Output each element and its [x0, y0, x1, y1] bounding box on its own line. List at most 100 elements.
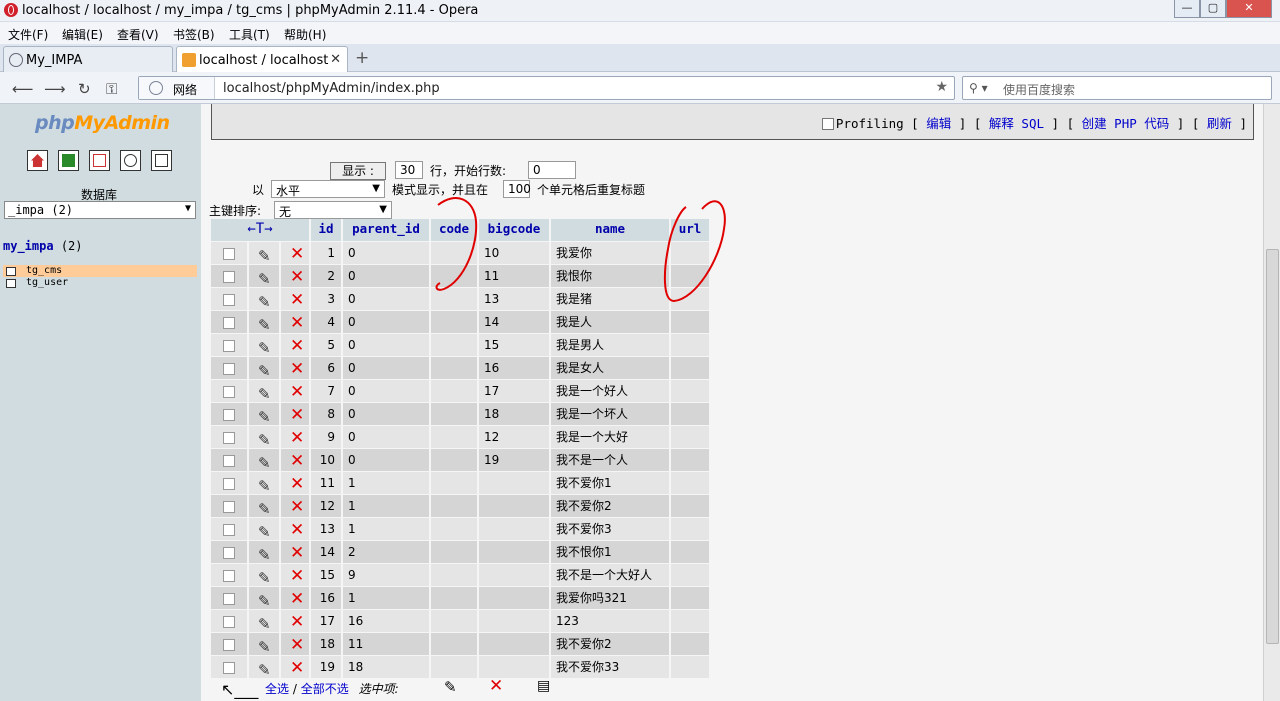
- sidebar-table-tg-cms[interactable]: tg_cms: [3, 265, 197, 277]
- menu-edit[interactable]: 编辑(E): [62, 26, 103, 43]
- delete-icon[interactable]: ✕: [290, 588, 304, 610]
- bookmark-star-icon[interactable]: ★: [935, 79, 948, 95]
- table-row[interactable]: ✎ ✕ 18 11 我不爱你2: [211, 633, 709, 658]
- table-row[interactable]: ✎ ✕ 19 18 我不爱你33: [211, 656, 709, 681]
- search-input[interactable]: 使用百度搜索: [1003, 81, 1075, 98]
- start-row-input[interactable]: 0: [528, 161, 576, 179]
- delete-selected-icon[interactable]: ✕: [489, 676, 503, 696]
- row-checkbox[interactable]: [223, 547, 235, 559]
- url-text[interactable]: localhost/phpMyAdmin/index.php: [223, 81, 440, 96]
- explain-sql-link[interactable]: 解释 SQL: [989, 116, 1044, 131]
- pencil-icon[interactable]: ✎: [258, 291, 271, 313]
- sql-doc-icon[interactable]: [151, 150, 172, 171]
- delete-icon[interactable]: ✕: [290, 611, 304, 633]
- row-checkbox[interactable]: [223, 317, 235, 329]
- table-row[interactable]: ✎ ✕ 9 0 12 我是一个大好: [211, 426, 709, 451]
- row-checkbox[interactable]: [223, 639, 235, 651]
- scrollbar-thumb[interactable]: [1266, 249, 1279, 644]
- edit-selected-icon[interactable]: ✎: [444, 678, 457, 696]
- delete-icon[interactable]: ✕: [290, 381, 304, 403]
- pencil-icon[interactable]: ✎: [258, 544, 271, 566]
- key-icon[interactable]: ⚿: [106, 80, 117, 98]
- table-row[interactable]: ✎ ✕ 11 1 我不爱你1: [211, 472, 709, 497]
- delete-icon[interactable]: ✕: [290, 473, 304, 495]
- delete-icon[interactable]: ✕: [290, 266, 304, 288]
- sort-select[interactable]: 无 ▼: [274, 201, 392, 219]
- pencil-icon[interactable]: ✎: [258, 452, 271, 474]
- pencil-icon[interactable]: ✎: [258, 475, 271, 497]
- deselect-all-link[interactable]: 全部不选: [301, 682, 349, 696]
- table-row[interactable]: ✎ ✕ 6 0 16 我是女人: [211, 357, 709, 382]
- delete-icon[interactable]: ✕: [290, 358, 304, 380]
- security-badge[interactable]: 网络: [139, 77, 215, 99]
- pencil-icon[interactable]: ✎: [258, 383, 271, 405]
- tab-phpmyadmin[interactable]: localhost / localhost ... ✕: [176, 46, 348, 72]
- sidebar-table-tg-user[interactable]: tg_user: [3, 277, 68, 289]
- pencil-icon[interactable]: ✎: [258, 613, 271, 635]
- delete-icon[interactable]: ✕: [290, 519, 304, 541]
- pencil-icon[interactable]: ✎: [258, 498, 271, 520]
- table-row[interactable]: ✎ ✕ 15 9 我不是一个大好人: [211, 564, 709, 589]
- close-tab-icon[interactable]: ✕: [330, 52, 341, 67]
- edit-link[interactable]: 编辑: [926, 116, 951, 131]
- column-arrows[interactable]: ←T→: [211, 219, 309, 241]
- pencil-icon[interactable]: ✎: [258, 406, 271, 428]
- pencil-icon[interactable]: ✎: [258, 337, 271, 359]
- row-checkbox[interactable]: [223, 662, 235, 674]
- exit-icon[interactable]: [58, 150, 79, 171]
- url-box[interactable]: 网络 localhost/phpMyAdmin/index.php ★: [138, 76, 955, 100]
- delete-icon[interactable]: ✕: [290, 335, 304, 357]
- close-window-button[interactable]: ✕: [1226, 0, 1272, 18]
- delete-icon[interactable]: ✕: [290, 243, 304, 265]
- export-selected-icon[interactable]: ▤: [537, 678, 550, 694]
- forward-icon[interactable]: ⟶: [44, 80, 66, 98]
- search-box[interactable]: ⚲ ▾ 使用百度搜索: [962, 76, 1272, 100]
- database-select[interactable]: _impa (2) ▼: [4, 201, 196, 219]
- row-checkbox[interactable]: [223, 524, 235, 536]
- column-header-bigcode[interactable]: bigcode: [479, 219, 549, 241]
- table-row[interactable]: ✎ ✕ 14 2 我不恨你1: [211, 541, 709, 566]
- pencil-icon[interactable]: ✎: [258, 360, 271, 382]
- search-icon[interactable]: ⚲ ▾: [969, 81, 988, 95]
- display-mode-select[interactable]: 水平 ▼: [271, 180, 385, 198]
- select-all-link[interactable]: 全选: [265, 682, 289, 696]
- repeat-headers-input[interactable]: 100: [503, 180, 531, 198]
- pencil-icon[interactable]: ✎: [258, 429, 271, 451]
- row-checkbox[interactable]: [223, 593, 235, 605]
- table-row[interactable]: ✎ ✕ 12 1 我不爱你2: [211, 495, 709, 520]
- show-button[interactable]: 显示 :: [330, 162, 386, 180]
- row-checkbox[interactable]: [223, 271, 235, 283]
- pencil-icon[interactable]: ✎: [258, 268, 271, 290]
- table-row[interactable]: ✎ ✕ 8 0 18 我是一个坏人: [211, 403, 709, 428]
- maximize-button[interactable]: ▢: [1200, 0, 1226, 18]
- row-checkbox[interactable]: [223, 340, 235, 352]
- tab-my-impa[interactable]: My_IMPA: [3, 46, 173, 72]
- delete-icon[interactable]: ✕: [290, 496, 304, 518]
- delete-icon[interactable]: ✕: [290, 634, 304, 656]
- table-row[interactable]: ✎ ✕ 10 0 19 我不是一个人: [211, 449, 709, 474]
- menu-tools[interactable]: 工具(T): [229, 26, 270, 43]
- pencil-icon[interactable]: ✎: [258, 659, 271, 681]
- home-icon[interactable]: [27, 150, 48, 171]
- table-row[interactable]: ✎ ✕ 5 0 15 我是男人: [211, 334, 709, 359]
- row-checkbox[interactable]: [223, 616, 235, 628]
- sql-icon[interactable]: [89, 150, 110, 171]
- table-row[interactable]: ✎ ✕ 7 0 17 我是一个好人: [211, 380, 709, 405]
- pencil-icon[interactable]: ✎: [258, 314, 271, 336]
- row-checkbox[interactable]: [223, 363, 235, 375]
- table-row[interactable]: ✎ ✕ 16 1 我爱你吗321: [211, 587, 709, 610]
- row-checkbox[interactable]: [223, 248, 235, 260]
- row-checkbox[interactable]: [223, 501, 235, 513]
- delete-icon[interactable]: ✕: [290, 427, 304, 449]
- row-checkbox[interactable]: [223, 294, 235, 306]
- delete-icon[interactable]: ✕: [290, 565, 304, 587]
- rows-input[interactable]: 30: [395, 161, 423, 179]
- create-php-code-link[interactable]: 创建 PHP 代码: [1082, 116, 1170, 131]
- row-checkbox[interactable]: [223, 432, 235, 444]
- refresh-link[interactable]: 刷新: [1207, 116, 1232, 131]
- delete-icon[interactable]: ✕: [290, 289, 304, 311]
- profiling-checkbox[interactable]: [821, 118, 834, 130]
- pencil-icon[interactable]: ✎: [258, 636, 271, 658]
- pencil-icon[interactable]: ✎: [258, 567, 271, 589]
- minimize-button[interactable]: —: [1174, 0, 1200, 18]
